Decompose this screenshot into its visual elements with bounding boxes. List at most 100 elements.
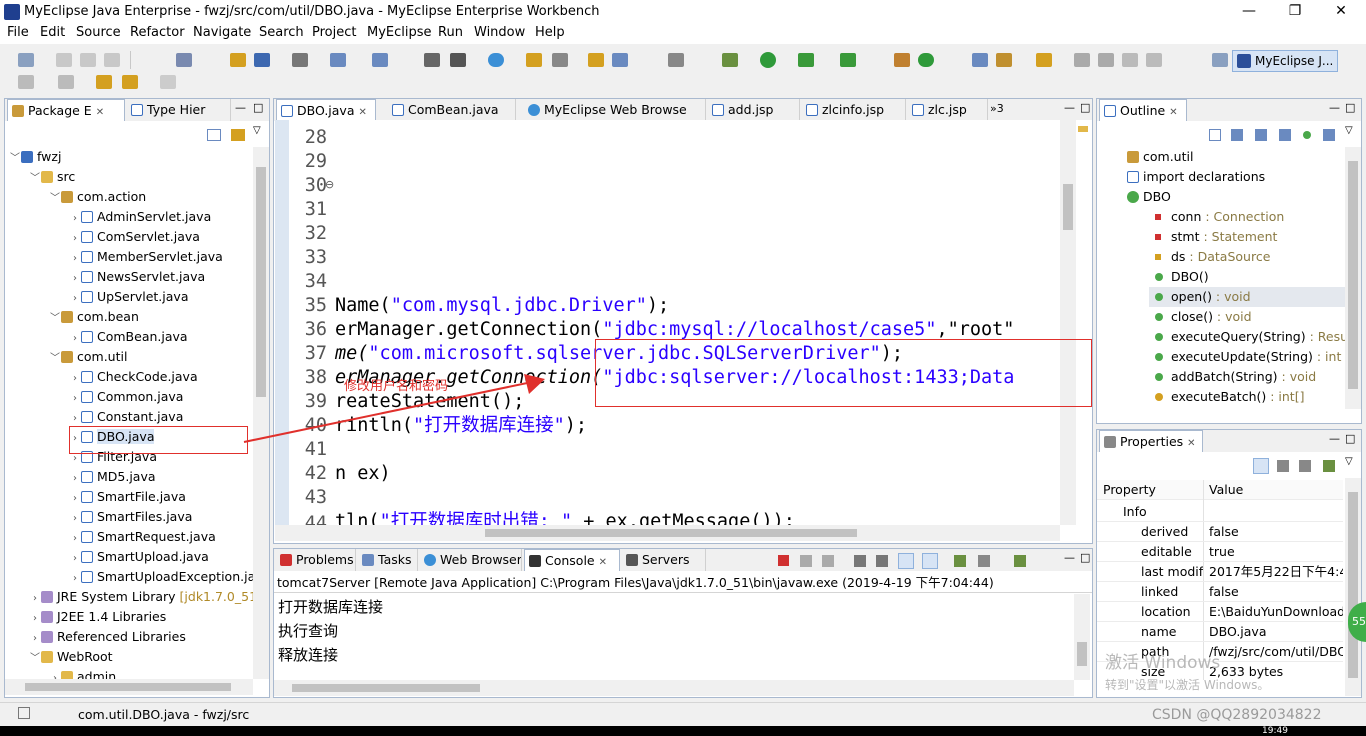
properties-icon[interactable] bbox=[552, 53, 568, 67]
maximize-view-icon[interactable]: □ bbox=[1080, 101, 1090, 114]
sort-icon[interactable] bbox=[1231, 129, 1243, 141]
editor-horizontal-scrollbar[interactable] bbox=[275, 525, 1060, 541]
outline-item-constructor[interactable]: DBO() bbox=[1155, 267, 1209, 287]
clear-console-icon[interactable] bbox=[854, 555, 866, 567]
run-external-icon[interactable] bbox=[798, 53, 814, 67]
hide-local-types-icon[interactable] bbox=[1323, 129, 1335, 141]
open-type-icon[interactable] bbox=[176, 53, 192, 67]
tab-type-hierarchy[interactable]: Type Hier bbox=[127, 99, 231, 121]
maximize-view-icon[interactable]: □ bbox=[253, 101, 263, 114]
prev-annotation-icon[interactable] bbox=[58, 75, 74, 89]
show-on-stdout-icon[interactable] bbox=[898, 553, 914, 569]
chevron-right-icon[interactable]: › bbox=[69, 489, 81, 509]
hide-nonpublic-icon[interactable] bbox=[1303, 131, 1311, 139]
minimize-view-icon[interactable]: — bbox=[1064, 551, 1075, 564]
tree-item-upservlet[interactable]: › UpServlet.java bbox=[5, 287, 255, 307]
terminate-icon[interactable] bbox=[778, 555, 789, 566]
chevron-right-icon[interactable]: › bbox=[69, 249, 81, 269]
chevron-down-icon[interactable]: ﹀ bbox=[9, 149, 21, 169]
tab-servers[interactable]: Servers bbox=[622, 549, 706, 571]
close-icon[interactable]: ✕ bbox=[599, 557, 607, 568]
scroll-lock-icon[interactable] bbox=[876, 555, 888, 567]
close-window-button[interactable]: ✕ bbox=[1318, 0, 1364, 24]
outline-item-method[interactable]: executeBatch() : int[] bbox=[1155, 387, 1304, 407]
tree-item-j2ee-libraries[interactable]: › J2EE 1.4 Libraries bbox=[5, 607, 255, 627]
tree-item-md5[interactable]: › MD5.java bbox=[5, 467, 255, 487]
tree-item-src[interactable]: ﹀ src bbox=[5, 167, 255, 187]
outline-item-method[interactable]: close() : void bbox=[1155, 307, 1252, 327]
globe-icon[interactable] bbox=[488, 53, 504, 67]
coverage-icon[interactable] bbox=[840, 53, 856, 67]
pin-view-icon[interactable] bbox=[1323, 460, 1335, 472]
perspective-switch[interactable]: MyEclipse J... bbox=[1232, 50, 1338, 72]
chevron-down-icon[interactable]: ﹀ bbox=[29, 169, 41, 189]
tab-tasks[interactable]: Tasks bbox=[358, 549, 418, 571]
tab-dbo-java[interactable]: DBO.java ✕ bbox=[276, 99, 376, 121]
tree-item-newsservlet[interactable]: › NewsServlet.java bbox=[5, 267, 255, 287]
tree-item-com-util[interactable]: ﹀ com.util bbox=[5, 347, 255, 367]
outline-item-imports[interactable]: import declarations bbox=[1127, 167, 1265, 187]
hide-fields-icon[interactable] bbox=[1255, 129, 1267, 141]
scrollbar-thumb[interactable] bbox=[485, 529, 857, 537]
chevron-right-icon[interactable]: › bbox=[69, 509, 81, 529]
show-on-stderr-icon[interactable] bbox=[922, 553, 938, 569]
chevron-down-icon[interactable]: ﹀ bbox=[49, 349, 61, 369]
minimize-view-icon[interactable]: — bbox=[235, 101, 246, 114]
debug-icon[interactable] bbox=[722, 53, 738, 67]
open-console-icon[interactable] bbox=[1014, 555, 1026, 567]
tree-item-jre-library[interactable]: › JRE System Library [jdk1.7.0_51 bbox=[5, 587, 257, 607]
tab-package-explorer[interactable]: Package E ✕ bbox=[7, 99, 125, 121]
device-icon[interactable] bbox=[450, 53, 466, 67]
chevron-down-icon[interactable]: ﹀ bbox=[49, 309, 61, 329]
tree-item-com-bean[interactable]: ﹀ com.bean bbox=[5, 307, 255, 327]
print-icon[interactable] bbox=[104, 53, 120, 67]
tree-item-comservlet[interactable]: › ComServlet.java bbox=[5, 227, 255, 247]
tree-item-webroot[interactable]: ﹀ WebRoot bbox=[5, 647, 255, 667]
chevron-right-icon[interactable]: › bbox=[69, 549, 81, 569]
tools-icon[interactable] bbox=[588, 53, 604, 67]
package-icon[interactable] bbox=[230, 53, 246, 67]
fold-toggle-icon[interactable]: ⊖ bbox=[325, 178, 334, 191]
scrollbar-thumb[interactable] bbox=[1077, 642, 1087, 666]
tab-add-jsp[interactable]: add.jsp bbox=[708, 99, 800, 121]
next-annotation-icon[interactable] bbox=[18, 75, 34, 89]
maximize-view-icon[interactable]: □ bbox=[1345, 101, 1355, 114]
chevron-right-icon[interactable]: › bbox=[69, 289, 81, 309]
outline-item-field[interactable]: stmt : Statement bbox=[1155, 227, 1277, 247]
deploy-icon[interactable] bbox=[254, 53, 270, 67]
view-menu-icon[interactable]: ▽ bbox=[1345, 125, 1353, 136]
tree-item-fwzj[interactable]: ﹀ fwzj bbox=[5, 147, 255, 167]
properties-row[interactable]: last modifi 2017年5月22日下午4:46 bbox=[1097, 562, 1343, 582]
close-icon[interactable]: ✕ bbox=[358, 107, 366, 118]
back-icon[interactable] bbox=[122, 75, 138, 89]
tree-item-com-action[interactable]: ﹀ com.action bbox=[5, 187, 255, 207]
menu-navigate[interactable]: Navigate bbox=[193, 25, 251, 40]
tree-item-admin[interactable]: › admin bbox=[5, 667, 255, 679]
properties-row[interactable]: editable true bbox=[1097, 542, 1343, 562]
hide-static-icon[interactable] bbox=[1279, 129, 1291, 141]
tree-item-smartuploadexception[interactable]: › SmartUploadException.ja bbox=[5, 567, 255, 587]
tree-item-memberservlet[interactable]: › MemberServlet.java bbox=[5, 247, 255, 267]
outline-vertical-scrollbar[interactable] bbox=[1345, 147, 1361, 409]
browse-icon[interactable] bbox=[612, 53, 628, 67]
last-edit-icon[interactable] bbox=[96, 75, 112, 89]
chevron-right-icon[interactable]: › bbox=[29, 609, 41, 629]
chevron-right-icon[interactable]: › bbox=[29, 629, 41, 649]
layout-icon[interactable] bbox=[1122, 53, 1138, 67]
forward-icon[interactable] bbox=[160, 75, 176, 89]
menu-run[interactable]: Run bbox=[438, 25, 463, 40]
editor-vertical-scrollbar[interactable] bbox=[1060, 120, 1076, 525]
code-editor[interactable]: 28 29 30 ⊖ 31 32 33 34 35 Name("com.mysq… bbox=[275, 120, 1092, 525]
chevron-right-icon[interactable]: › bbox=[69, 329, 81, 349]
scrollbar-thumb[interactable] bbox=[25, 683, 231, 691]
menu-file[interactable]: File bbox=[7, 25, 29, 40]
chevron-down-icon[interactable]: ﹀ bbox=[29, 649, 41, 669]
tree-item-smartfile[interactable]: › SmartFile.java bbox=[5, 487, 255, 507]
tab-web-browser-view[interactable]: Web Browser bbox=[420, 549, 522, 571]
save-icon[interactable] bbox=[56, 53, 72, 67]
chevron-right-icon[interactable]: › bbox=[69, 209, 81, 229]
open-folder-icon[interactable] bbox=[526, 53, 542, 67]
properties-vertical-scrollbar[interactable] bbox=[1345, 478, 1361, 696]
menu-source[interactable]: Source bbox=[76, 25, 121, 40]
chevron-right-icon[interactable]: › bbox=[69, 569, 81, 589]
